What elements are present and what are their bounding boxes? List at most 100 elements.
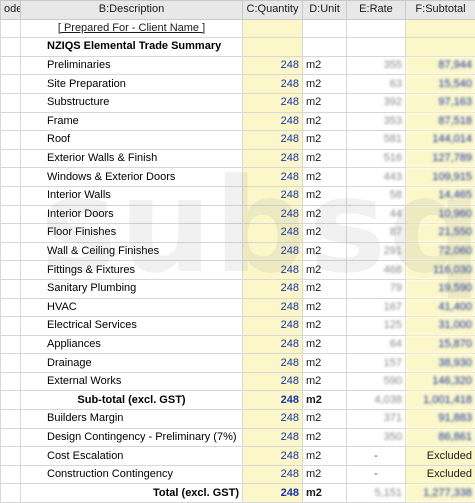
description-cell[interactable]: Drainage	[21, 354, 243, 373]
subtotal-cell[interactable]: 21,550	[406, 224, 475, 243]
rate-cell[interactable]: 291	[347, 242, 406, 261]
description-cell[interactable]: Sanitary Plumbing	[21, 279, 243, 298]
rate-cell[interactable]: -	[347, 447, 406, 466]
rate-cell[interactable]: 63	[347, 75, 406, 94]
subtotal-cell[interactable]: 72,060	[406, 242, 475, 261]
rate-cell[interactable]: 44	[347, 205, 406, 224]
quantity-cell[interactable]: 248	[243, 410, 303, 429]
quantity-cell[interactable]: 248	[243, 261, 303, 280]
unit-cell[interactable]: m2	[303, 112, 347, 131]
rate-cell[interactable]: 79	[347, 279, 406, 298]
column-header-a[interactable]: ode	[1, 1, 21, 20]
section-title-cell[interactable]: NZIQS Elemental Trade Summary	[21, 38, 243, 57]
quantity-cell[interactable]: 248	[243, 391, 303, 410]
row-code-cell[interactable]	[1, 484, 21, 503]
cell[interactable]	[406, 38, 475, 57]
quantity-cell[interactable]: 248	[243, 186, 303, 205]
subtotal-cell[interactable]: 14,465	[406, 186, 475, 205]
description-cell[interactable]: External Works	[21, 372, 243, 391]
subtotal-cell[interactable]: 41,400	[406, 298, 475, 317]
description-cell[interactable]: Exterior Walls & Finish	[21, 149, 243, 168]
row-code-cell[interactable]	[1, 112, 21, 131]
row-code-cell[interactable]	[1, 335, 21, 354]
rate-cell[interactable]: 355	[347, 56, 406, 75]
unit-cell[interactable]: m2	[303, 93, 347, 112]
subtotal-cell[interactable]: 109,915	[406, 168, 475, 187]
row-code-cell[interactable]	[1, 205, 21, 224]
quantity-cell[interactable]: 248	[243, 149, 303, 168]
unit-cell[interactable]: m2	[303, 317, 347, 336]
cell[interactable]	[347, 38, 406, 57]
rate-cell[interactable]: 516	[347, 149, 406, 168]
subtotal-cell[interactable]: 15,870	[406, 335, 475, 354]
description-cell[interactable]: Site Preparation	[21, 75, 243, 94]
description-cell[interactable]: Substructure	[21, 93, 243, 112]
subtotal-cell[interactable]: 87,518	[406, 112, 475, 131]
row-code-cell[interactable]	[1, 317, 21, 336]
unit-cell[interactable]: m2	[303, 205, 347, 224]
rate-cell[interactable]: 353	[347, 112, 406, 131]
quantity-cell[interactable]: 248	[243, 335, 303, 354]
row-code-cell[interactable]	[1, 279, 21, 298]
row-code-cell[interactable]	[1, 372, 21, 391]
description-cell[interactable]: Total (excl. GST)	[21, 484, 243, 503]
row-code-cell[interactable]	[1, 168, 21, 187]
row-code-cell[interactable]	[1, 224, 21, 243]
subtotal-cell[interactable]: Excluded	[406, 447, 475, 466]
cell[interactable]	[243, 38, 303, 57]
row-code-cell[interactable]	[1, 56, 21, 75]
quantity-cell[interactable]: 248	[243, 447, 303, 466]
subtotal-cell[interactable]: 144,014	[406, 131, 475, 150]
description-cell[interactable]: Wall & Ceiling Finishes	[21, 242, 243, 261]
row-code-cell[interactable]	[1, 428, 21, 447]
rate-cell[interactable]: 4,038	[347, 391, 406, 410]
row-code-cell[interactable]	[1, 447, 21, 466]
unit-cell[interactable]: m2	[303, 75, 347, 94]
unit-cell[interactable]: m2	[303, 186, 347, 205]
description-cell[interactable]: Builders Margin	[21, 410, 243, 429]
subtotal-cell[interactable]: 86,861	[406, 428, 475, 447]
column-header-c[interactable]: C:Quantity	[243, 1, 303, 20]
quantity-cell[interactable]: 248	[243, 428, 303, 447]
unit-cell[interactable]: m2	[303, 261, 347, 280]
subtotal-cell[interactable]: 97,163	[406, 93, 475, 112]
prepared-for-cell[interactable]: [ Prepared For - Client Name ]	[21, 19, 243, 38]
quantity-cell[interactable]: 248	[243, 279, 303, 298]
unit-cell[interactable]: m2	[303, 242, 347, 261]
rate-cell[interactable]: 350	[347, 428, 406, 447]
cell[interactable]	[1, 19, 21, 38]
quantity-cell[interactable]: 248	[243, 224, 303, 243]
description-cell[interactable]: Frame	[21, 112, 243, 131]
description-cell[interactable]: Appliances	[21, 335, 243, 354]
unit-cell[interactable]: m2	[303, 224, 347, 243]
subtotal-cell[interactable]: 1,277,338	[406, 484, 475, 503]
row-code-cell[interactable]	[1, 131, 21, 150]
quantity-cell[interactable]: 248	[243, 56, 303, 75]
subtotal-cell[interactable]: 1,001,418	[406, 391, 475, 410]
quantity-cell[interactable]: 248	[243, 372, 303, 391]
unit-cell[interactable]: m2	[303, 410, 347, 429]
quantity-cell[interactable]: 248	[243, 484, 303, 503]
unit-cell[interactable]: m2	[303, 354, 347, 373]
cell[interactable]	[1, 38, 21, 57]
subtotal-cell[interactable]: 15,540	[406, 75, 475, 94]
description-cell[interactable]: Cost Escalation	[21, 447, 243, 466]
rate-cell[interactable]: 590	[347, 372, 406, 391]
subtotal-cell[interactable]: 146,320	[406, 372, 475, 391]
rate-cell[interactable]: 468	[347, 261, 406, 280]
unit-cell[interactable]: m2	[303, 56, 347, 75]
row-code-cell[interactable]	[1, 298, 21, 317]
cell[interactable]	[347, 19, 406, 38]
cell[interactable]	[243, 19, 303, 38]
subtotal-cell[interactable]: 127,789	[406, 149, 475, 168]
column-header-b[interactable]: B:Description	[21, 1, 243, 20]
unit-cell[interactable]: m2	[303, 447, 347, 466]
quantity-cell[interactable]: 248	[243, 354, 303, 373]
row-code-cell[interactable]	[1, 410, 21, 429]
rate-cell[interactable]: 125	[347, 317, 406, 336]
quantity-cell[interactable]: 248	[243, 93, 303, 112]
unit-cell[interactable]: m2	[303, 149, 347, 168]
subtotal-cell[interactable]: 87,944	[406, 56, 475, 75]
row-code-cell[interactable]	[1, 149, 21, 168]
rate-cell[interactable]: 371	[347, 410, 406, 429]
